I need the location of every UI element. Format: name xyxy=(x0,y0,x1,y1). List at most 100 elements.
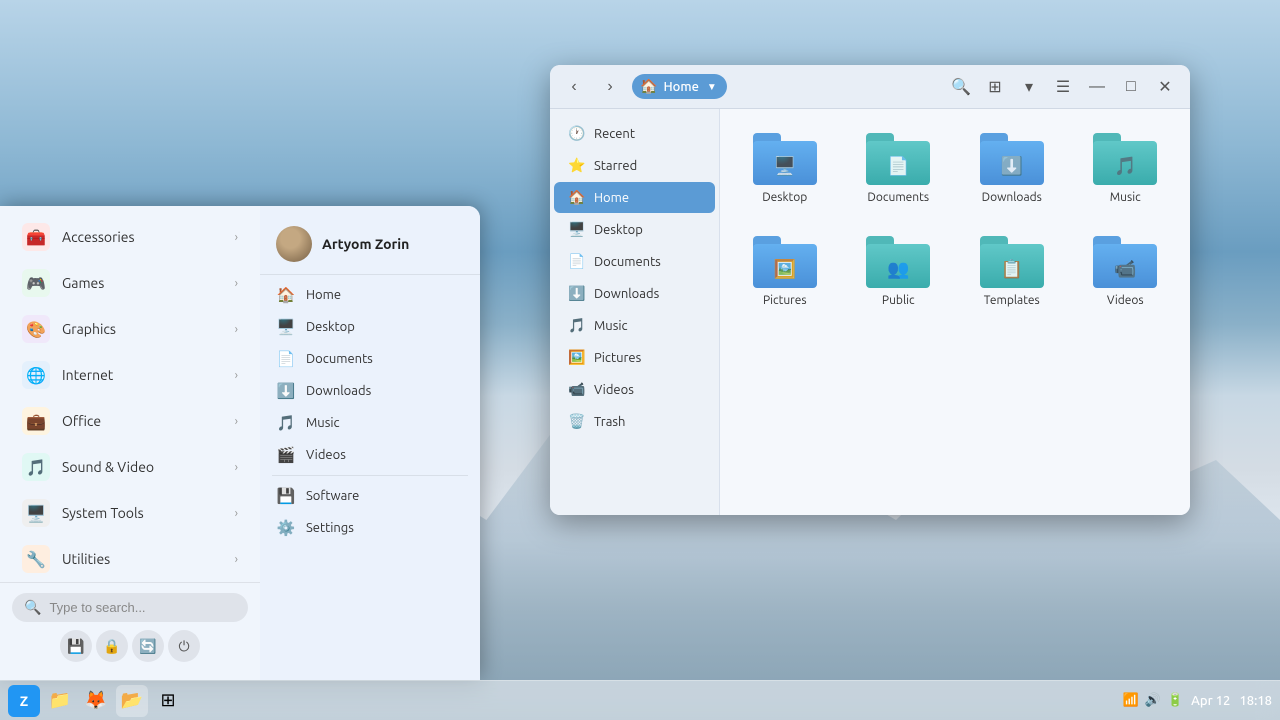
files-taskbar-icon[interactable]: 📁 xyxy=(44,685,76,717)
folder-documents-label: Documents xyxy=(867,191,929,204)
category-games[interactable]: 🎮 Games › xyxy=(6,261,254,305)
folder-templates[interactable]: 📋 Templates xyxy=(963,228,1061,315)
quick-settings[interactable]: ⚙️ Settings xyxy=(260,512,480,544)
user-name: Artyom Zorin xyxy=(322,236,409,252)
quick-music-label: Music xyxy=(306,416,340,430)
sidebar-recent-label: Recent xyxy=(594,127,635,141)
category-graphics[interactable]: 🎨 Graphics › xyxy=(6,307,254,351)
folder-videos-icon: 📹 xyxy=(1093,236,1157,288)
folder-videos-label: Videos xyxy=(1107,294,1144,307)
home-icon: 🏠 xyxy=(276,286,296,304)
view-dropdown-button[interactable]: ▾ xyxy=(1014,72,1044,102)
sidebar-desktop[interactable]: 🖥️ Desktop xyxy=(554,214,715,245)
folder-pictures-label: Pictures xyxy=(763,294,807,307)
quick-downloads[interactable]: ⬇️ Downloads xyxy=(260,375,480,407)
quick-documents[interactable]: 📄 Documents xyxy=(260,343,480,375)
lock-screen-button[interactable]: 🔒 xyxy=(96,630,128,662)
menu-button[interactable]: ☰ xyxy=(1048,72,1078,102)
sys-icons: 📶 🔊 🔋 xyxy=(1123,693,1184,708)
starred-icon: ⭐ xyxy=(568,157,586,174)
sidebar-videos-label: Videos xyxy=(594,383,634,397)
accessories-arrow: › xyxy=(235,231,238,244)
software-icon: 💾 xyxy=(276,487,296,505)
sidebar-music-icon: 🎵 xyxy=(568,317,586,334)
sidebar-videos-icon: 📹 xyxy=(568,381,586,398)
folder-downloads[interactable]: ⬇️ Downloads xyxy=(963,125,1061,212)
folder-desktop-label: Desktop xyxy=(762,191,807,204)
quick-desktop[interactable]: 🖥️ Desktop xyxy=(260,311,480,343)
minimize-button[interactable]: — xyxy=(1082,72,1112,102)
folder-templates-icon: 📋 xyxy=(980,236,1044,288)
folder-music-icon: 🎵 xyxy=(1093,133,1157,185)
category-internet[interactable]: 🌐 Internet › xyxy=(6,353,254,397)
forward-button[interactable]: › xyxy=(596,73,624,101)
graphics-icon: 🎨 xyxy=(22,315,50,343)
fm-folder-grid: 🖥️ Desktop 📄 Documents xyxy=(736,125,1174,315)
search-button[interactable]: 🔍 xyxy=(946,72,976,102)
category-accessories[interactable]: 🧰 Accessories › xyxy=(6,215,254,259)
quick-documents-label: Documents xyxy=(306,352,373,366)
desktop-icon: 🖥️ xyxy=(276,318,296,336)
category-sound-video[interactable]: 🎵 Sound & Video › xyxy=(6,445,254,489)
quick-desktop-label: Desktop xyxy=(306,320,355,334)
folder-music-label: Music xyxy=(1110,191,1141,204)
fm-body: 🕐 Recent ⭐ Starred 🏠 Home 🖥️ Desktop 📄 D… xyxy=(550,109,1190,515)
category-system-tools[interactable]: 🖥️ System Tools › xyxy=(6,491,254,535)
file-manager-taskbar-icon[interactable]: 📂 xyxy=(116,685,148,717)
sidebar-starred[interactable]: ⭐ Starred xyxy=(554,150,715,181)
app-right-panel: Artyom Zorin 🏠 Home 🖥️ Desktop 📄 Documen… xyxy=(260,206,480,680)
zorin-connect-taskbar-icon[interactable]: ⊞ xyxy=(152,685,184,717)
quick-videos[interactable]: 🎬 Videos xyxy=(260,439,480,471)
sidebar-documents[interactable]: 📄 Documents xyxy=(554,246,715,277)
quick-home[interactable]: 🏠 Home xyxy=(260,279,480,311)
documents-icon: 📄 xyxy=(276,350,296,368)
sidebar-recent[interactable]: 🕐 Recent xyxy=(554,118,715,149)
search-input[interactable] xyxy=(49,600,169,615)
zorin-logo: Z xyxy=(20,693,28,709)
firefox-taskbar-icon[interactable]: 🦊 xyxy=(80,685,112,717)
time-label: 18:18 xyxy=(1239,694,1272,708)
user-avatar xyxy=(276,226,312,262)
sidebar-pictures[interactable]: 🖼️ Pictures xyxy=(554,342,715,373)
office-icon: 💼 xyxy=(22,407,50,435)
sidebar-trash[interactable]: 🗑️ Trash xyxy=(554,406,715,437)
category-internet-label: Internet xyxy=(62,367,223,383)
folder-public[interactable]: 👥 Public xyxy=(850,228,948,315)
folder-public-label: Public xyxy=(882,294,915,307)
sidebar-home[interactable]: 🏠 Home xyxy=(554,182,715,213)
zorin-menu-button[interactable]: Z xyxy=(8,685,40,717)
power-button[interactable]: ⏻ xyxy=(168,630,200,662)
view-icons-button[interactable]: ⊞ xyxy=(980,72,1010,102)
sidebar-home-label: Home xyxy=(594,191,629,205)
graphics-arrow: › xyxy=(235,323,238,336)
category-utilities[interactable]: 🔧 Utilities › xyxy=(6,537,254,581)
sound-video-icon: 🎵 xyxy=(22,453,50,481)
quick-videos-label: Videos xyxy=(306,448,346,462)
sidebar-videos[interactable]: 📹 Videos xyxy=(554,374,715,405)
folder-documents-icon: 📄 xyxy=(866,133,930,185)
folder-downloads-label: Downloads xyxy=(982,191,1042,204)
folder-pictures[interactable]: 🖼️ Pictures xyxy=(736,228,834,315)
sidebar-desktop-label: Desktop xyxy=(594,223,643,237)
app-categories: 🧰 Accessories › 🎮 Games › 🎨 Graphics › 🌐… xyxy=(0,206,260,680)
sidebar-downloads[interactable]: ⬇️ Downloads xyxy=(554,278,715,309)
firefox-icon: 🦊 xyxy=(85,690,107,711)
location-bar[interactable]: 🏠 Home ▼ xyxy=(632,74,727,99)
save-session-button[interactable]: 💾 xyxy=(60,630,92,662)
category-office[interactable]: 💼 Office › xyxy=(6,399,254,443)
quick-software[interactable]: 💾 Software xyxy=(260,480,480,512)
games-icon: 🎮 xyxy=(22,269,50,297)
quick-music[interactable]: 🎵 Music xyxy=(260,407,480,439)
maximize-button[interactable]: □ xyxy=(1116,72,1146,102)
recent-icon: 🕐 xyxy=(568,125,586,142)
back-button[interactable]: ‹ xyxy=(560,73,588,101)
refresh-button[interactable]: 🔄 xyxy=(132,630,164,662)
folder-videos[interactable]: 📹 Videos xyxy=(1077,228,1175,315)
close-button[interactable]: ✕ xyxy=(1150,72,1180,102)
sidebar-music[interactable]: 🎵 Music xyxy=(554,310,715,341)
accessories-icon: 🧰 xyxy=(22,223,50,251)
folder-documents[interactable]: 📄 Documents xyxy=(850,125,948,212)
folder-public-icon: 👥 xyxy=(866,236,930,288)
folder-desktop[interactable]: 🖥️ Desktop xyxy=(736,125,834,212)
folder-music[interactable]: 🎵 Music xyxy=(1077,125,1175,212)
